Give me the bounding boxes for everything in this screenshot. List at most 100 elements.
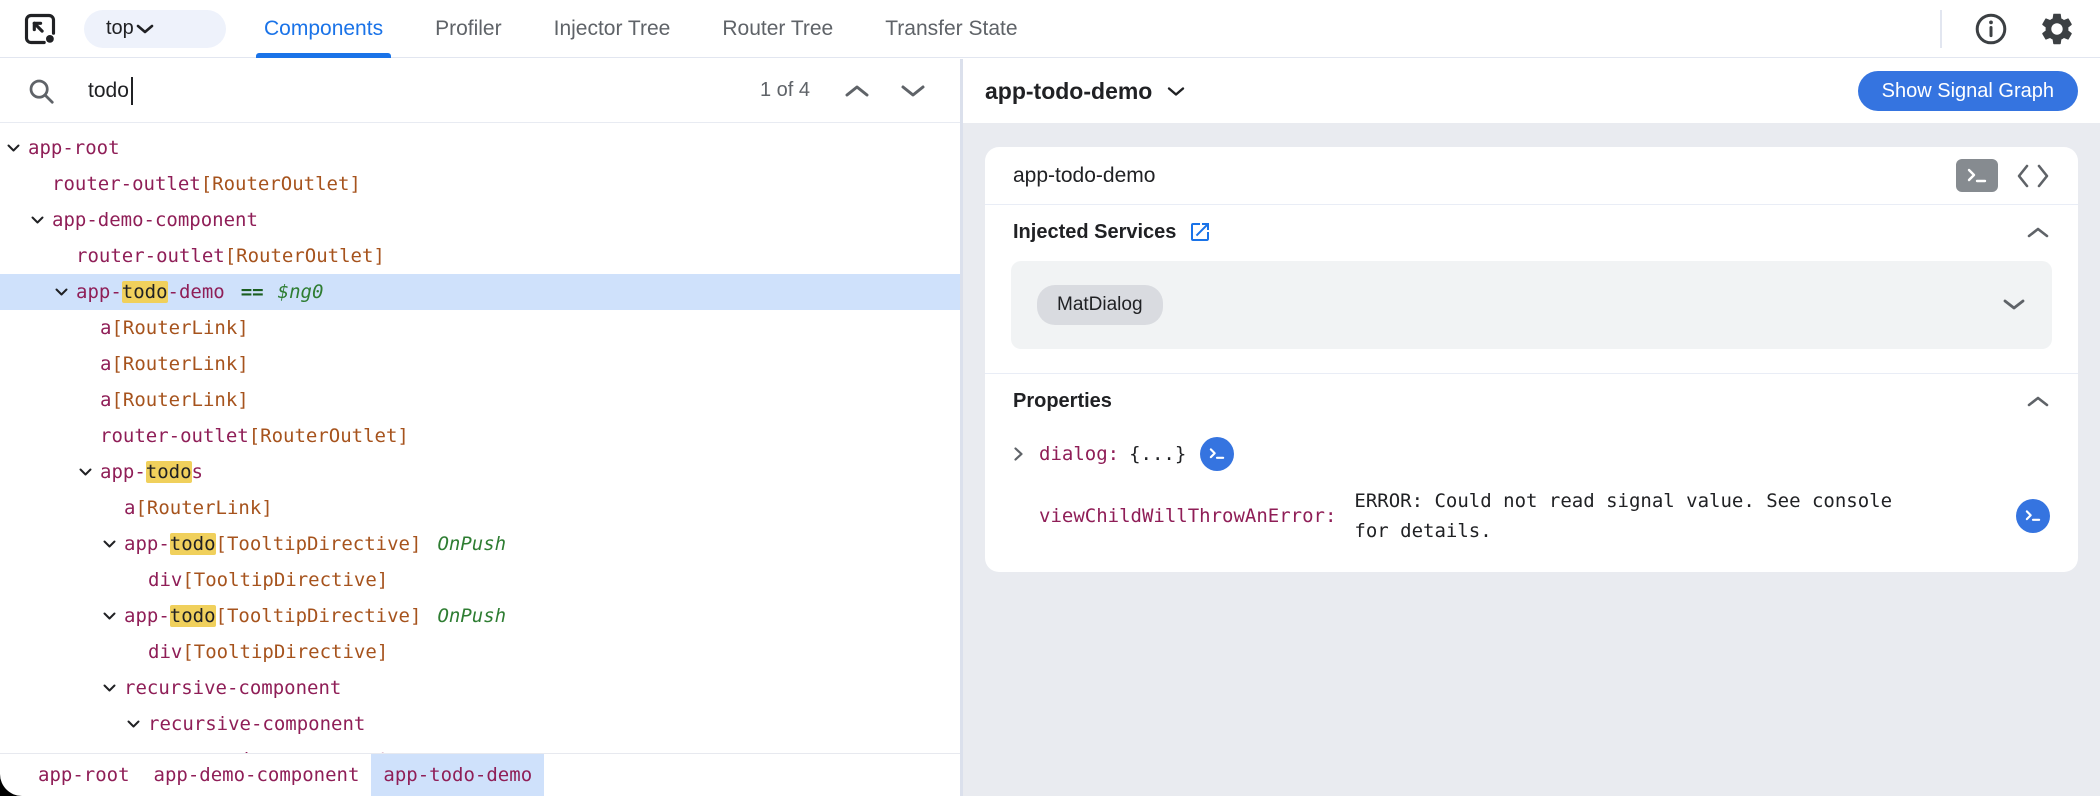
view-source-button[interactable] xyxy=(2016,163,2050,189)
tree-node-text: app- xyxy=(76,281,122,303)
tree-node-text: OnPush xyxy=(437,533,507,555)
tab-bar: Components Profiler Injector Tree Router Tr… xyxy=(255,0,1018,58)
tab-injector-tree[interactable]: Injector Tree xyxy=(554,0,671,58)
tree-node[interactable]: app-todo[TooltipDirective] OnPush xyxy=(0,526,960,562)
text-caret xyxy=(130,76,133,105)
breadcrumb-item[interactable]: app-demo-component xyxy=(142,754,372,796)
tree-node[interactable]: app-demo-component xyxy=(0,202,960,238)
tab-transfer-state[interactable]: Transfer State xyxy=(885,0,1017,58)
tree-node[interactable]: app-root xyxy=(0,130,960,166)
info-button[interactable] xyxy=(1970,8,2012,50)
tree-node-text: [RouterOutlet] xyxy=(200,173,361,195)
component-tree: app-root router-outlet[RouterOutlet] app-d… xyxy=(0,124,960,796)
tree-node-text: $ng0 xyxy=(277,281,324,303)
log-property-to-console-button[interactable] xyxy=(2016,499,2050,533)
gear-icon xyxy=(2038,10,2076,48)
frame-selector-value: top xyxy=(106,17,134,39)
breadcrumb-item[interactable]: app-todo-demo xyxy=(371,754,545,796)
tree-node[interactable]: router-outlet[RouterOutlet] xyxy=(0,238,960,274)
component-search[interactable]: todo 1 of 4 xyxy=(0,59,960,123)
expand-toggle-icon[interactable] xyxy=(6,130,26,166)
info-icon xyxy=(1973,11,2009,47)
tree-node[interactable]: recursive-component xyxy=(0,670,960,706)
expand-toggle-icon[interactable] xyxy=(30,202,50,238)
tree-node[interactable]: app-todos xyxy=(0,454,960,490)
expand-toggle-icon[interactable] xyxy=(102,526,122,562)
tree-node-text: router-outlet xyxy=(52,173,201,195)
tree-node-text: todo xyxy=(169,533,216,555)
tree-node[interactable]: a[RouterLink] xyxy=(0,382,960,418)
tree-node[interactable]: div[TooltipDirective] xyxy=(0,562,960,598)
show-signal-graph-button[interactable]: Show Signal Graph xyxy=(1857,71,2078,111)
tree-node-text: recursive-component xyxy=(124,677,342,699)
details-card: app-todo-demo Injected Services MatDialo… xyxy=(985,147,2078,572)
panel-resize-handle[interactable] xyxy=(960,59,963,796)
expand-toggle-icon[interactable] xyxy=(54,274,74,310)
property-row: dialog: {...} xyxy=(1013,430,2050,478)
tree-node-text: == xyxy=(240,281,264,303)
left-panel: todo 1 of 4 app-root router-outlet[Router… xyxy=(0,59,960,796)
details-body: app-todo-demo Injected Services MatDialo… xyxy=(963,123,2100,796)
tree-node-text: [TooltipDirective] xyxy=(215,533,422,555)
breadcrumb-item[interactable]: app-root xyxy=(26,754,142,796)
tree-node[interactable]: div[TooltipDirective] xyxy=(0,634,960,670)
expand-property-button[interactable] xyxy=(1013,446,1039,462)
property-key: viewChildWillThrowAnError: xyxy=(1039,505,1337,527)
service-chip[interactable]: MatDialog xyxy=(1037,285,1163,325)
expand-services-button[interactable] xyxy=(2002,298,2026,312)
property-row: viewChildWillThrowAnError: ERROR: Could n… xyxy=(1013,486,2050,546)
tree-node[interactable]: a[RouterLink] xyxy=(0,310,960,346)
collapse-injected-services-button[interactable] xyxy=(2026,225,2050,239)
tree-node[interactable]: recursive-component xyxy=(0,706,960,742)
property-value: {...} xyxy=(1129,443,1187,465)
chevron-up-icon xyxy=(2026,394,2050,408)
expand-toggle-icon[interactable] xyxy=(102,670,122,706)
tree-node-text: [RouterLink] xyxy=(135,497,273,519)
card-header: app-todo-demo xyxy=(985,147,2078,205)
tree-node[interactable]: a[RouterLink] xyxy=(0,346,960,382)
tree-node-text: todo xyxy=(121,281,168,303)
frame-selector[interactable]: top xyxy=(84,9,226,48)
settings-button[interactable] xyxy=(2036,8,2078,50)
search-input[interactable]: todo xyxy=(88,79,129,103)
code-icon xyxy=(2016,163,2050,189)
chevron-up-icon xyxy=(2026,225,2050,239)
tab-profiler[interactable]: Profiler xyxy=(435,0,502,58)
tree-node-text: [RouterOutlet] xyxy=(224,245,385,267)
tree-node[interactable]: router-outlet[RouterOutlet] xyxy=(0,418,960,454)
divider xyxy=(1940,9,1942,48)
previous-match-button[interactable] xyxy=(840,74,874,108)
inspect-icon xyxy=(22,11,58,47)
log-property-to-console-button[interactable] xyxy=(1200,437,1235,471)
terminal-icon xyxy=(1207,446,1227,462)
chevron-down-icon xyxy=(134,22,156,36)
details-header: app-todo-demo Show Signal Graph xyxy=(963,59,2100,123)
tree-node-text: div xyxy=(148,641,183,663)
injected-services-section: Injected Services xyxy=(985,205,2078,259)
tab-router-tree[interactable]: Router Tree xyxy=(722,0,833,58)
tree-node[interactable]: app-todo[TooltipDirective] OnPush xyxy=(0,598,960,634)
search-result-count: 1 of 4 xyxy=(759,79,810,101)
next-match-button[interactable] xyxy=(896,74,930,108)
component-dropdown-button[interactable] xyxy=(1166,85,1186,98)
tree-node[interactable]: a[RouterLink] xyxy=(0,490,960,526)
tree-node[interactable]: router-outlet[RouterOutlet] xyxy=(0,166,960,202)
inspect-element-button[interactable] xyxy=(18,7,62,51)
tree-node-text: app- xyxy=(100,461,146,483)
open-injector-tree-button[interactable] xyxy=(1188,220,1212,244)
collapse-properties-button[interactable] xyxy=(2026,394,2050,408)
tab-components[interactable]: Components xyxy=(255,0,392,58)
external-link-icon xyxy=(1188,220,1212,244)
expand-toggle-icon[interactable] xyxy=(78,454,98,490)
card-title: app-todo-demo xyxy=(1013,163,1156,187)
log-component-to-console-button[interactable] xyxy=(1956,159,1998,192)
properties-section: Properties xyxy=(985,374,2078,428)
expand-toggle-icon[interactable] xyxy=(102,598,122,634)
tree-node-text: [RouterLink] xyxy=(111,353,249,375)
tree-node-text: todo xyxy=(169,605,216,627)
tree-node[interactable]: app-todo-demo == $ng0 xyxy=(0,274,960,310)
property-value: ERROR: Could not read signal value. See … xyxy=(1354,490,1893,542)
expand-toggle-icon[interactable] xyxy=(126,706,146,742)
details-panel: app-todo-demo Show Signal Graph app-todo… xyxy=(963,59,2100,796)
chevron-up-icon xyxy=(843,83,871,99)
